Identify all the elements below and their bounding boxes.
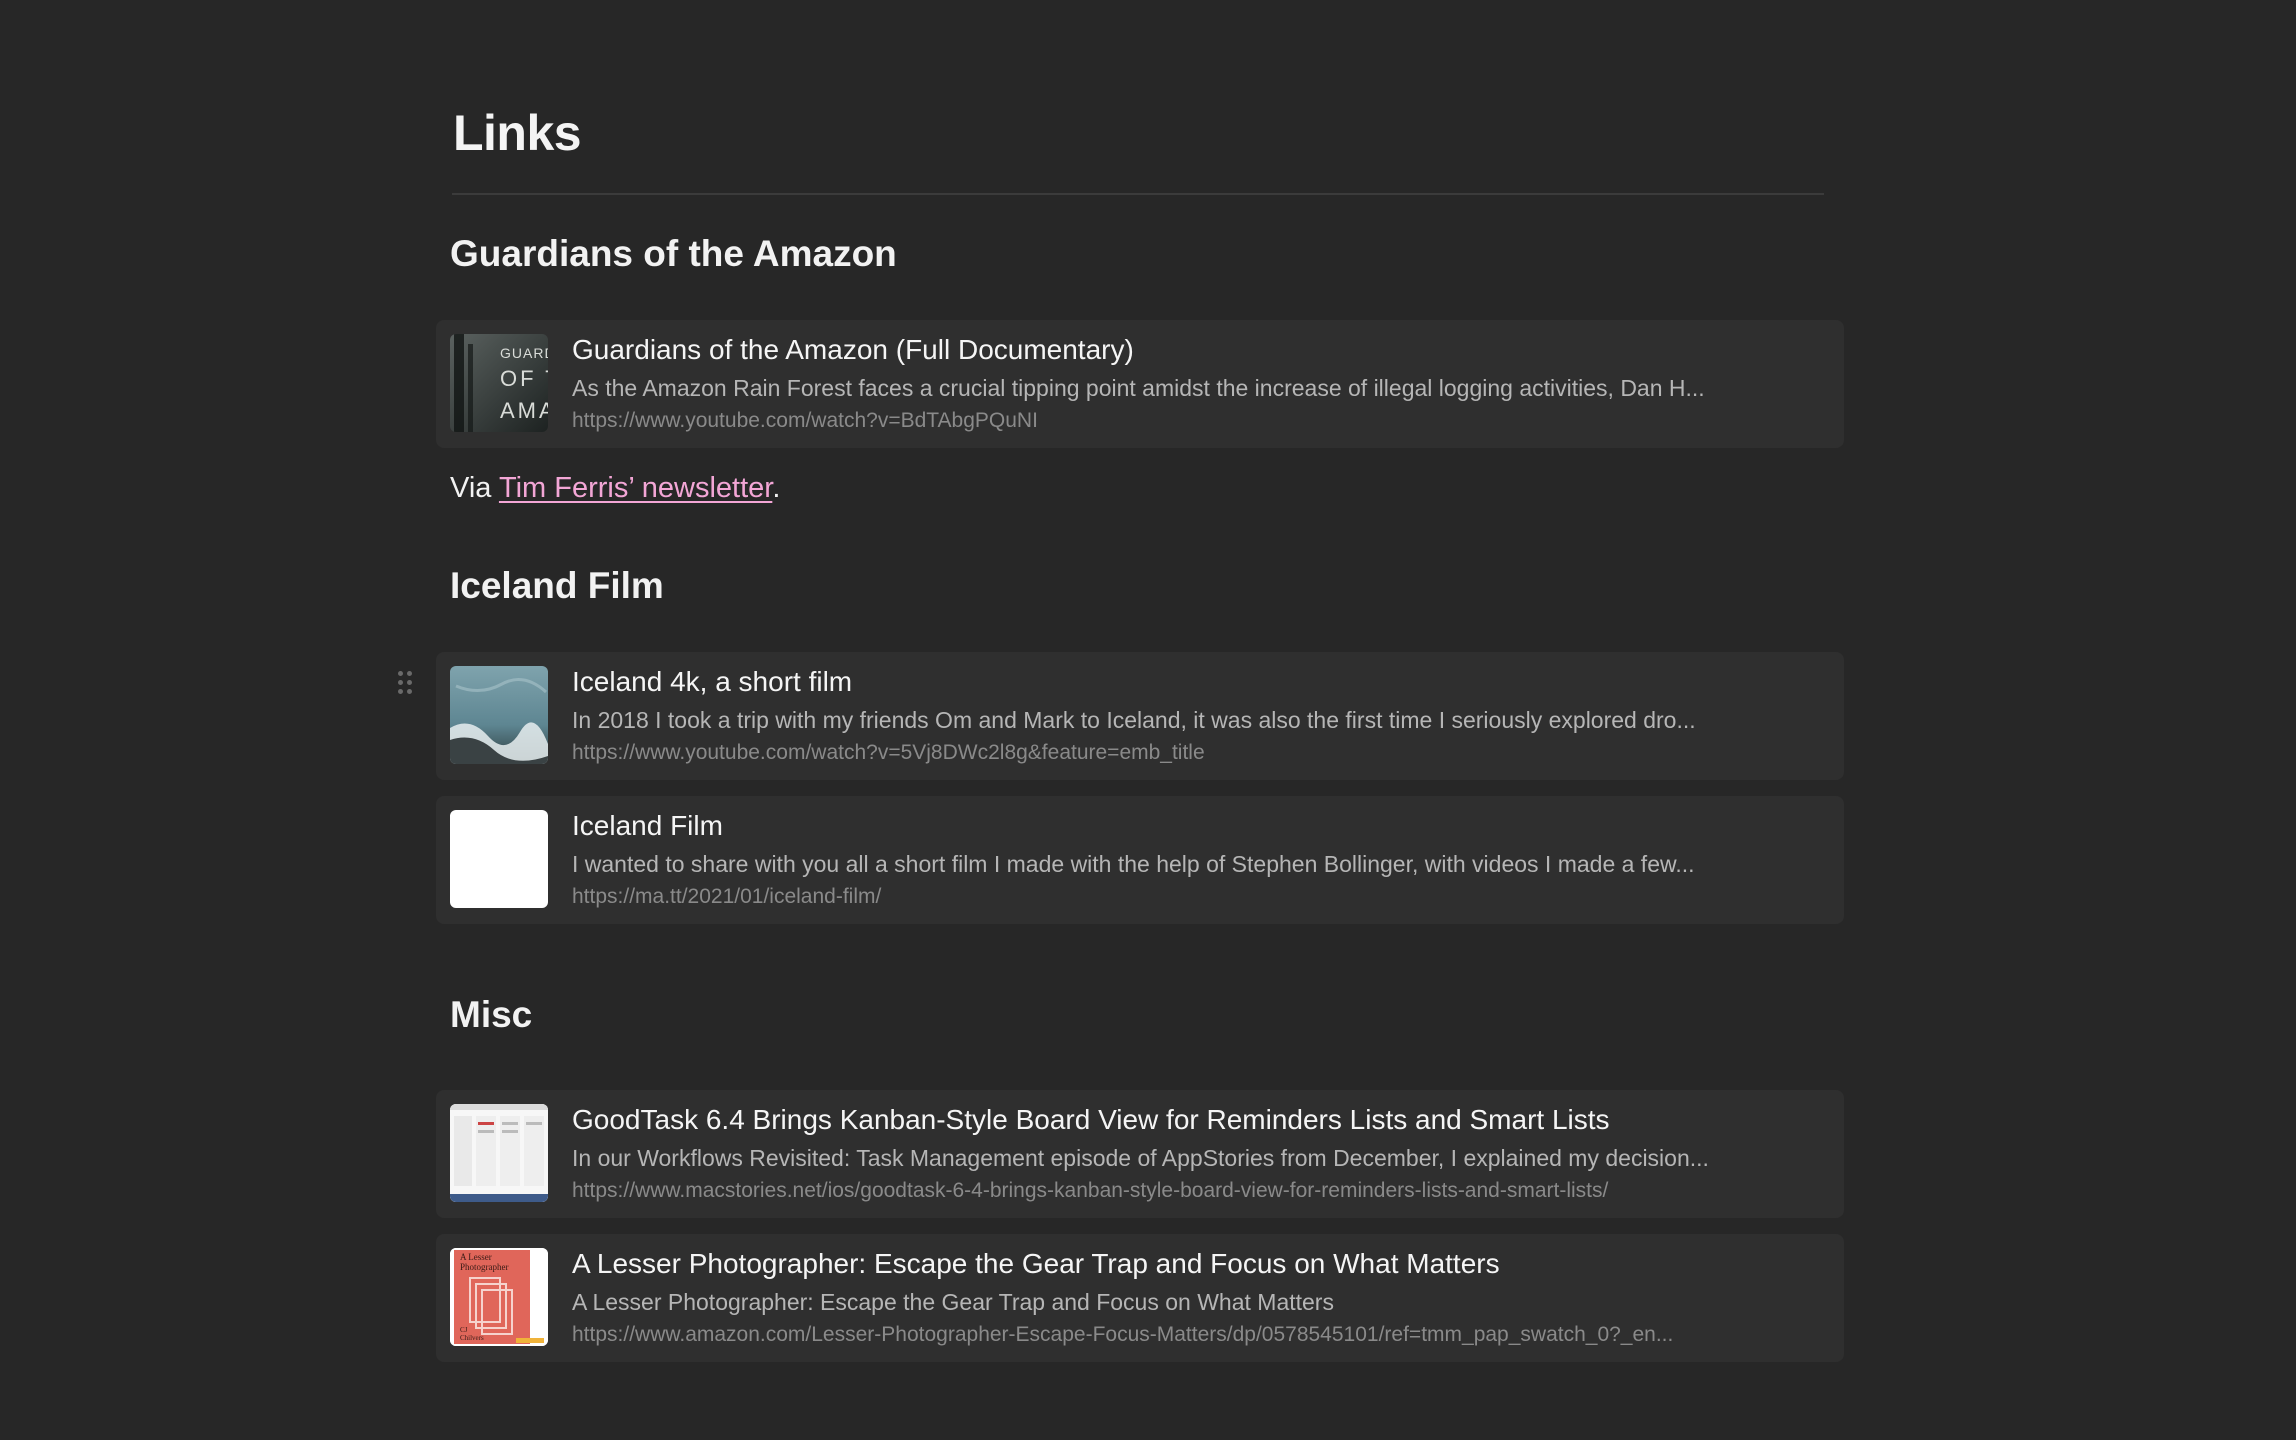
via-prefix: Via	[450, 472, 499, 504]
card-title[interactable]: Iceland Film	[572, 810, 1822, 842]
card-thumbnail: A Lesser Photographer CJ Chilvers	[450, 1248, 548, 1346]
card-description: In our Workflows Revisited: Task Managem…	[572, 1145, 1709, 1171]
card-url[interactable]: https://www.amazon.com/Lesser-Photograph…	[572, 1323, 1826, 1347]
link-card[interactable]: GUARDI OF T AMAZ Guardians of the Amazon…	[436, 320, 1844, 448]
card-title[interactable]: Guardians of the Amazon (Full Documentar…	[572, 334, 1822, 366]
section-heading-iceland: Iceland Film	[450, 565, 664, 606]
card-description: In 2018 I took a trip with my friends Om…	[572, 707, 1696, 733]
card-description: As the Amazon Rain Forest faces a crucia…	[572, 375, 1705, 401]
link-card[interactable]: GoodTask 6.4 Brings Kanban-Style Board V…	[436, 1090, 1844, 1218]
thumb-text-1: A Lesser	[460, 1252, 492, 1262]
card-url[interactable]: https://www.youtube.com/watch?v=BdTAbgPQ…	[572, 409, 1826, 433]
card-thumbnail	[450, 666, 548, 764]
newsletter-link[interactable]: Tim Ferris’ newsletter	[499, 472, 772, 504]
via-note: Via Tim Ferris’ newsletter.	[450, 472, 780, 505]
page-title: Links	[453, 105, 582, 161]
drag-handle-icon[interactable]	[396, 669, 416, 697]
card-thumbnail	[450, 810, 548, 908]
thumb-text-4: Chilvers	[460, 1334, 484, 1342]
thumb-text-2: Photographer	[460, 1262, 509, 1272]
card-url[interactable]: https://www.macstories.net/ios/goodtask-…	[572, 1179, 1826, 1203]
thumb-text-3: AMAZ	[500, 398, 548, 423]
card-title[interactable]: A Lesser Photographer: Escape the Gear T…	[572, 1248, 1822, 1280]
card-title[interactable]: Iceland 4k, a short film	[572, 666, 1822, 698]
card-description: A Lesser Photographer: Escape the Gear T…	[572, 1289, 1334, 1315]
thumb-text-2: OF T	[500, 366, 548, 391]
card-thumbnail	[450, 1104, 548, 1202]
link-card[interactable]: A Lesser Photographer CJ Chilvers A Less…	[436, 1234, 1844, 1362]
card-title[interactable]: GoodTask 6.4 Brings Kanban-Style Board V…	[572, 1104, 1822, 1136]
via-suffix: .	[772, 472, 781, 504]
section-heading-misc: Misc	[450, 994, 533, 1035]
card-url[interactable]: https://www.youtube.com/watch?v=5Vj8DWc2…	[572, 741, 1826, 765]
card-url[interactable]: https://ma.tt/2021/01/iceland-film/	[572, 885, 1826, 909]
link-card[interactable]: Iceland Film I wanted to share with you …	[436, 796, 1844, 924]
links-page: Links Guardians of the Amazon GUARDI OF …	[0, 0, 2296, 1440]
section-heading-guardians: Guardians of the Amazon	[450, 233, 897, 274]
link-card[interactable]: Iceland 4k, a short film In 2018 I took …	[436, 652, 1844, 780]
card-thumbnail: GUARDI OF T AMAZ	[450, 334, 548, 432]
thumb-text-3: CJ	[460, 1326, 468, 1334]
thumb-text-1: GUARDI	[500, 345, 548, 361]
card-description: I wanted to share with you all a short f…	[572, 851, 1695, 877]
title-divider	[452, 193, 1824, 195]
